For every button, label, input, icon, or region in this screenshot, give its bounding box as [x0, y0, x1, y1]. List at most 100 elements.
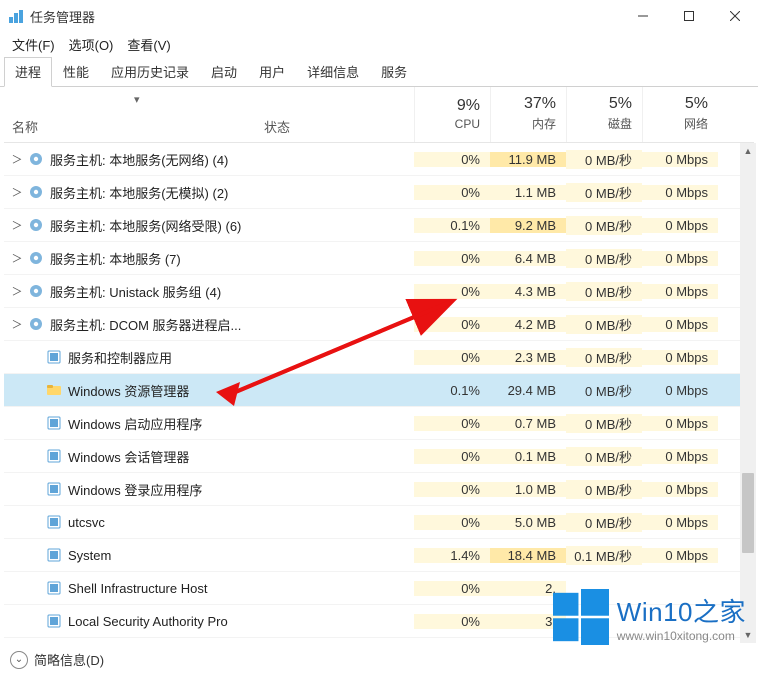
net-label: 网络 — [643, 115, 708, 132]
process-name: 服务主机: 本地服务 (7) — [50, 249, 181, 268]
memory-cell: 4.3 MB — [490, 284, 566, 299]
disk-cell: 0 MB/秒 — [566, 249, 642, 268]
cpu-cell: 0% — [414, 251, 490, 266]
memory-cell: 11.9 MB — [490, 152, 566, 167]
app-icon — [46, 415, 62, 431]
process-name-cell[interactable]: ＞ 服务主机: 本地服务 (7) — [4, 249, 414, 268]
process-name-cell[interactable]: Shell Infrastructure Host — [4, 580, 414, 596]
column-network[interactable]: 5% 网络 — [642, 87, 718, 142]
expand-icon[interactable]: ＞ — [10, 283, 24, 299]
tab-5[interactable]: 详细信息 — [296, 57, 370, 87]
process-name-cell[interactable]: System — [4, 547, 414, 563]
disk-pct: 5% — [567, 95, 632, 113]
minimize-button[interactable] — [620, 0, 666, 32]
process-name-cell[interactable]: ＞服务主机: DCOM 服务器进程启... — [4, 315, 414, 334]
table-row[interactable]: ＞服务主机: 本地服务(无网络) (4)0%11.9 MB0 MB/秒0 Mbp… — [4, 143, 754, 176]
footer-toggle[interactable]: ⌄ 简略信息(D) — [10, 650, 104, 669]
cpu-cell: 0% — [414, 449, 490, 464]
table-row[interactable]: ＞服务主机: 本地服务(网络受限) (6)0.1%9.2 MB0 MB/秒0 M… — [4, 209, 754, 242]
menu-view[interactable]: 查看(V) — [123, 33, 174, 56]
app-icon — [46, 349, 62, 365]
network-cell: 0 Mbps — [642, 482, 718, 497]
app-icon — [46, 448, 62, 464]
cpu-cell: 1.4% — [414, 548, 490, 563]
process-name-cell[interactable]: utcsvc — [4, 514, 414, 530]
network-cell: 0 Mbps — [642, 350, 718, 365]
process-name-cell[interactable]: Windows 启动应用程序 — [4, 414, 414, 433]
process-name-cell[interactable]: Windows 资源管理器 — [4, 381, 414, 400]
process-name-cell[interactable]: ＞服务主机: 本地服务(无网络) (4) — [4, 150, 414, 169]
network-cell: 0 Mbps — [642, 416, 718, 431]
table-row[interactable]: ＞服务主机: Unistack 服务组 (4)0%4.3 MB0 MB/秒0 M… — [4, 275, 754, 308]
disk-cell: 0.1 MB/秒 — [566, 546, 642, 565]
table-row[interactable]: 服务和控制器应用0%2.3 MB0 MB/秒0 Mbps — [4, 341, 754, 374]
tab-1[interactable]: 性能 — [52, 57, 100, 87]
memory-cell: 0.1 MB — [490, 449, 566, 464]
cpu-cell: 0.1% — [414, 383, 490, 398]
disk-cell: 0 MB/秒 — [566, 414, 642, 433]
expand-icon[interactable]: ＞ — [10, 316, 24, 332]
network-cell: 0 Mbps — [642, 251, 718, 266]
memory-cell: 0.7 MB — [490, 416, 566, 431]
table-row[interactable]: Windows 登录应用程序0%1.0 MB0 MB/秒0 Mbps — [4, 473, 754, 506]
column-name[interactable]: ▾ 名称 — [4, 87, 264, 142]
window-title: 任务管理器 — [30, 7, 620, 26]
disk-cell: 0 MB/秒 — [566, 513, 642, 532]
network-cell: 0 Mbps — [642, 317, 718, 332]
process-name: Local Security Authority Pro — [68, 614, 228, 629]
cpu-cell: 0% — [414, 482, 490, 497]
menu-options[interactable]: 选项(O) — [65, 33, 118, 56]
expand-icon[interactable]: ＞ — [10, 184, 24, 200]
tab-2[interactable]: 应用历史记录 — [100, 57, 200, 87]
scroll-thumb[interactable] — [742, 473, 754, 553]
app-icon — [8, 8, 24, 24]
tab-4[interactable]: 用户 — [248, 57, 296, 87]
vertical-scrollbar[interactable]: ▲ ▼ — [740, 143, 756, 643]
title-bar: 任务管理器 — [0, 0, 758, 32]
network-cell: 0 Mbps — [642, 515, 718, 530]
expand-icon[interactable]: ＞ — [10, 217, 24, 233]
table-row[interactable]: ＞服务主机: DCOM 服务器进程启...0%4.2 MB0 MB/秒0 Mbp… — [4, 308, 754, 341]
network-cell: 0 Mbps — [642, 218, 718, 233]
maximize-button[interactable] — [666, 0, 712, 32]
process-name-cell[interactable]: Windows 会话管理器 — [4, 447, 414, 466]
tab-0[interactable]: 进程 — [4, 57, 52, 87]
table-row[interactable]: Windows 资源管理器0.1%29.4 MB0 MB/秒0 Mbps — [4, 374, 754, 407]
tab-strip: 进程性能应用历史记录启动用户详细信息服务 — [0, 56, 758, 87]
close-button[interactable] — [712, 0, 758, 32]
table-row[interactable]: System1.4%18.4 MB0.1 MB/秒0 Mbps — [4, 539, 754, 572]
expand-icon[interactable]: ＞ — [10, 250, 24, 266]
chevron-down-icon: ⌄ — [10, 651, 28, 669]
menu-file[interactable]: 文件(F) — [8, 33, 59, 56]
folder-icon — [46, 382, 62, 398]
network-cell: 0 Mbps — [642, 449, 718, 464]
process-name-cell[interactable]: ＞服务主机: 本地服务(无模拟) (2) — [4, 183, 414, 202]
column-memory[interactable]: 37% 内存 — [490, 87, 566, 142]
table-row[interactable]: Windows 会话管理器0%0.1 MB0 MB/秒0 Mbps — [4, 440, 754, 473]
process-name: 服务主机: 本地服务(网络受限) (6) — [50, 216, 241, 235]
scroll-up-icon[interactable]: ▲ — [740, 143, 756, 159]
process-name-cell[interactable]: ＞ 服务主机: 本地服务(网络受限) (6) — [4, 216, 414, 235]
table-row[interactable]: utcsvc0%5.0 MB0 MB/秒0 Mbps — [4, 506, 754, 539]
disk-cell: 0 MB/秒 — [566, 315, 642, 334]
column-status[interactable]: 状态 — [264, 87, 414, 142]
process-name: Windows 会话管理器 — [68, 447, 189, 466]
process-name-cell[interactable]: Local Security Authority Pro — [4, 613, 414, 629]
table-row[interactable]: ＞服务主机: 本地服务(无模拟) (2)0%1.1 MB0 MB/秒0 Mbps — [4, 176, 754, 209]
column-cpu[interactable]: 9% CPU — [414, 87, 490, 142]
column-name-label: 名称 — [12, 117, 256, 136]
process-name-cell[interactable]: ＞服务主机: Unistack 服务组 (4) — [4, 282, 414, 301]
tab-6[interactable]: 服务 — [370, 57, 418, 87]
memory-cell: 9.2 MB — [490, 218, 566, 233]
memory-cell: 18.4 MB — [490, 548, 566, 563]
windows-logo-icon — [553, 589, 609, 645]
table-row[interactable]: Windows 启动应用程序0%0.7 MB0 MB/秒0 Mbps — [4, 407, 754, 440]
expand-icon[interactable]: ＞ — [10, 151, 24, 167]
tab-3[interactable]: 启动 — [200, 57, 248, 87]
process-name: Windows 登录应用程序 — [68, 480, 202, 499]
process-name-cell[interactable]: Windows 登录应用程序 — [4, 480, 414, 499]
table-row[interactable]: ＞服务主机: 本地服务 (7)0%6.4 MB0 MB/秒0 Mbps — [4, 242, 754, 275]
process-name-cell[interactable]: 服务和控制器应用 — [4, 348, 414, 367]
column-disk[interactable]: 5% 磁盘 — [566, 87, 642, 142]
process-name: 服务和控制器应用 — [68, 348, 172, 367]
